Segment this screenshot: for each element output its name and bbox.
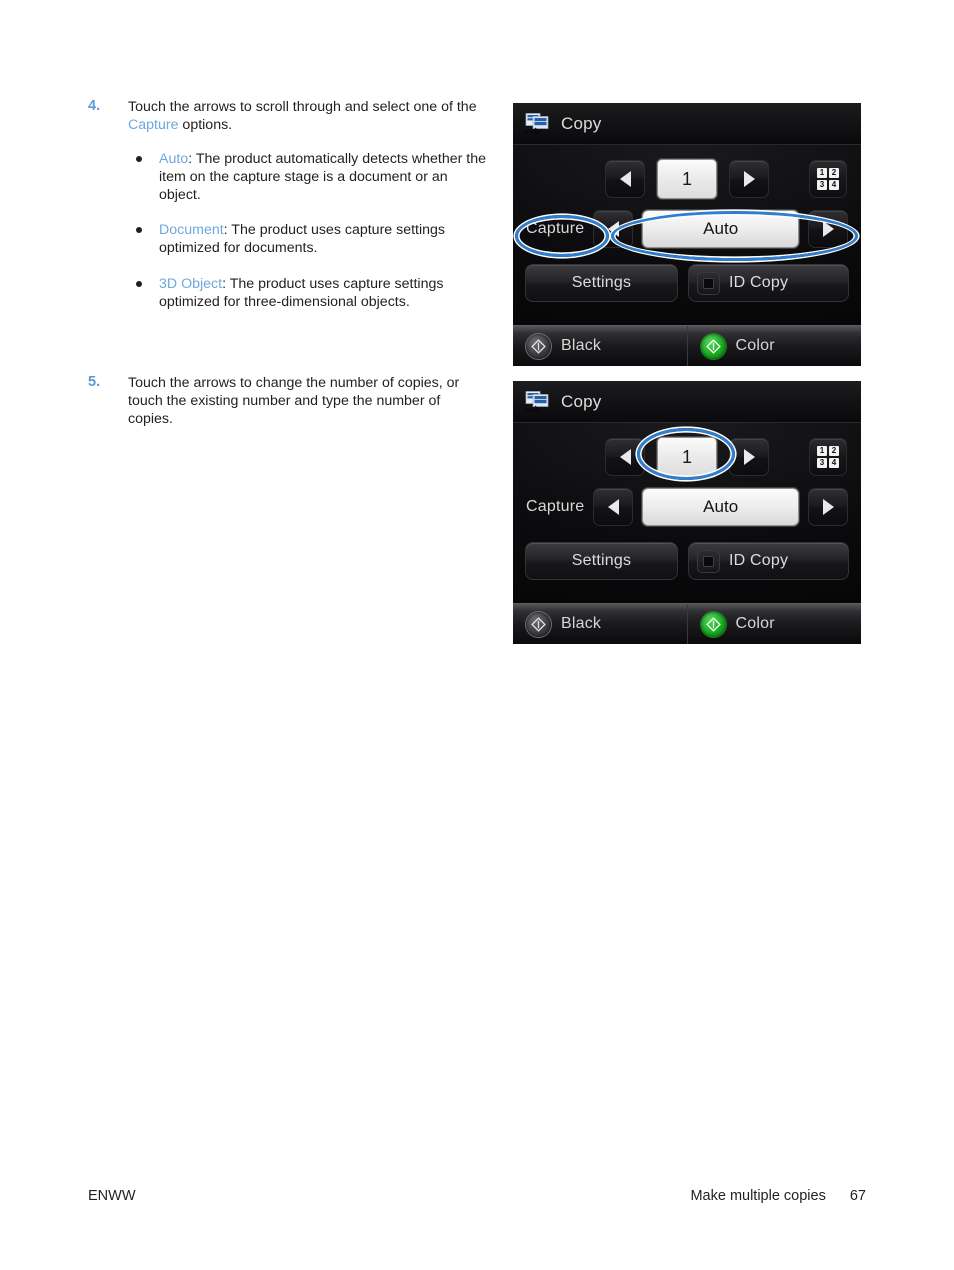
list-item: Document: The product uses capture setti…: [128, 221, 488, 257]
screen-2-capture-row: Capture Auto: [513, 485, 861, 529]
screen-1-copies-row: 1 1 2 3 4: [513, 157, 861, 201]
screen-2-settings-row: Settings ID Copy: [513, 539, 861, 583]
bullet-dot-icon: [136, 227, 142, 234]
step-4-number: 4.: [88, 98, 101, 114]
step-4-text-after: options.: [178, 117, 233, 134]
keypad-icon-button[interactable]: 1 2 3 4: [809, 160, 847, 198]
copy-icon: [525, 390, 549, 414]
copies-decrement-button[interactable]: [605, 160, 645, 198]
capture-value-field[interactable]: Auto: [642, 488, 799, 526]
step-5-body: Touch the arrows to change the number of…: [128, 374, 460, 427]
step-spacer: [88, 311, 488, 374]
start-color-icon: [700, 611, 726, 637]
capture-previous-button[interactable]: [593, 210, 634, 248]
screen-1-header: Copy: [513, 103, 861, 145]
step-5: 5. Touch the arrows to change the number…: [88, 374, 488, 429]
start-black-button[interactable]: Black: [513, 326, 687, 366]
control-panel-screen-2: Copy 1 1 2 3 4 Capture Auto Settings ID …: [513, 381, 861, 644]
bullet-dot-icon: [136, 280, 142, 287]
id-copy-button[interactable]: ID Copy: [688, 264, 849, 302]
start-black-icon: [526, 611, 551, 637]
footer-page-number: 67: [849, 1188, 866, 1204]
id-card-icon: [697, 549, 720, 573]
step-4-text-before: Touch the arrows to scroll through and s…: [128, 99, 477, 115]
step-4: 4. Touch the arrows to scroll through an…: [88, 98, 488, 311]
option-auto-desc: : The product automatically detects whet…: [159, 151, 487, 204]
screen-1-title: Copy: [561, 113, 602, 133]
copies-increment-button[interactable]: [729, 160, 769, 198]
option-3d-object-link[interactable]: 3D Object: [159, 276, 222, 292]
chevron-left-icon: [607, 499, 619, 515]
manual-page: 4. Touch the arrows to scroll through an…: [0, 0, 954, 1270]
chevron-right-icon: [822, 221, 834, 237]
screen-2-body: 1 1 2 3 4 Capture Auto Settings ID Copy: [513, 423, 861, 603]
footer-right-group: Make multiple copies 67: [690, 1188, 866, 1204]
start-black-icon: [526, 333, 551, 359]
start-black-button[interactable]: Black: [513, 604, 687, 644]
copies-count-field[interactable]: 1: [657, 437, 717, 477]
keypad-key-2: 2: [829, 168, 839, 178]
capture-previous-button[interactable]: [593, 488, 634, 526]
footer-section-title: Make multiple copies: [690, 1188, 826, 1204]
screen-1-body: 1 1 2 3 4 Capture Auto Settings ID Copy: [513, 145, 861, 325]
control-panel-screen-1: Copy 1 1 2 3 4 Capture Auto Settings ID …: [513, 103, 861, 366]
keypad-key-4: 4: [829, 458, 839, 468]
chevron-left-icon: [619, 449, 631, 465]
start-black-label: Black: [561, 615, 602, 632]
keypad-key-4: 4: [829, 180, 839, 190]
chevron-right-icon: [743, 171, 755, 187]
capture-next-button[interactable]: [808, 488, 848, 526]
page-footer: ENWW Make multiple copies 67: [88, 1188, 866, 1204]
list-item: 3D Object: The product uses capture sett…: [128, 275, 488, 311]
screen-1-settings-row: Settings ID Copy: [513, 261, 861, 305]
id-copy-label: ID Copy: [729, 274, 789, 291]
keypad-key-1: 1: [817, 168, 827, 178]
capture-next-button[interactable]: [808, 210, 848, 248]
screen-2-copies-row: 1 1 2 3 4: [513, 435, 861, 479]
start-black-label: Black: [561, 337, 602, 354]
screen-2-header: Copy: [513, 381, 861, 423]
copies-decrement-button[interactable]: [605, 438, 645, 476]
settings-button[interactable]: Settings: [525, 542, 678, 580]
screen-2-title: Copy: [561, 391, 602, 411]
id-copy-label: ID Copy: [729, 552, 789, 569]
copy-icon: [525, 112, 549, 136]
screen-2-footer: Black Color: [513, 603, 861, 644]
capture-label: Capture: [526, 498, 585, 515]
keypad-key-3: 3: [817, 458, 827, 468]
keypad-key-2: 2: [829, 446, 839, 456]
instructions-column: 4. Touch the arrows to scroll through an…: [88, 98, 488, 428]
start-color-button[interactable]: Color: [686, 326, 862, 366]
keypad-icon-button[interactable]: 1 2 3 4: [809, 438, 847, 476]
start-color-label: Color: [735, 337, 775, 354]
start-color-label: Color: [735, 615, 775, 632]
list-item: Auto: The product automatically detects …: [128, 150, 488, 204]
copies-increment-button[interactable]: [729, 438, 769, 476]
chevron-left-icon: [607, 221, 619, 237]
chevron-right-icon: [743, 449, 755, 465]
start-color-button[interactable]: Color: [686, 604, 862, 644]
id-card-icon: [697, 271, 720, 295]
copies-count-field[interactable]: 1: [657, 159, 717, 199]
capture-label: Capture: [526, 220, 585, 237]
footer-enww: ENWW: [88, 1188, 136, 1204]
bullet-dot-icon: [136, 156, 142, 163]
device-screens-column: Copy 1 1 2 3 4 Capture Auto Settings ID …: [513, 103, 861, 644]
settings-button[interactable]: Settings: [525, 264, 678, 302]
option-document-link[interactable]: Document: [159, 222, 224, 238]
step-4-link-capture[interactable]: Capture: [128, 117, 178, 133]
step-4-body: Touch the arrows to scroll through and s…: [128, 98, 488, 311]
option-auto-link[interactable]: Auto: [159, 151, 188, 167]
capture-value-field[interactable]: Auto: [642, 210, 799, 248]
chevron-left-icon: [619, 171, 631, 187]
id-copy-button[interactable]: ID Copy: [688, 542, 849, 580]
start-color-icon: [700, 333, 726, 359]
keypad-key-1: 1: [817, 446, 827, 456]
screen-1-capture-row: Capture Auto: [513, 207, 861, 251]
keypad-key-3: 3: [817, 180, 827, 190]
step-5-number: 5.: [88, 373, 101, 390]
chevron-right-icon: [822, 499, 834, 515]
capture-options-list: Auto: The product automatically detects …: [128, 150, 488, 310]
screen-1-footer: Black Color: [513, 325, 861, 366]
